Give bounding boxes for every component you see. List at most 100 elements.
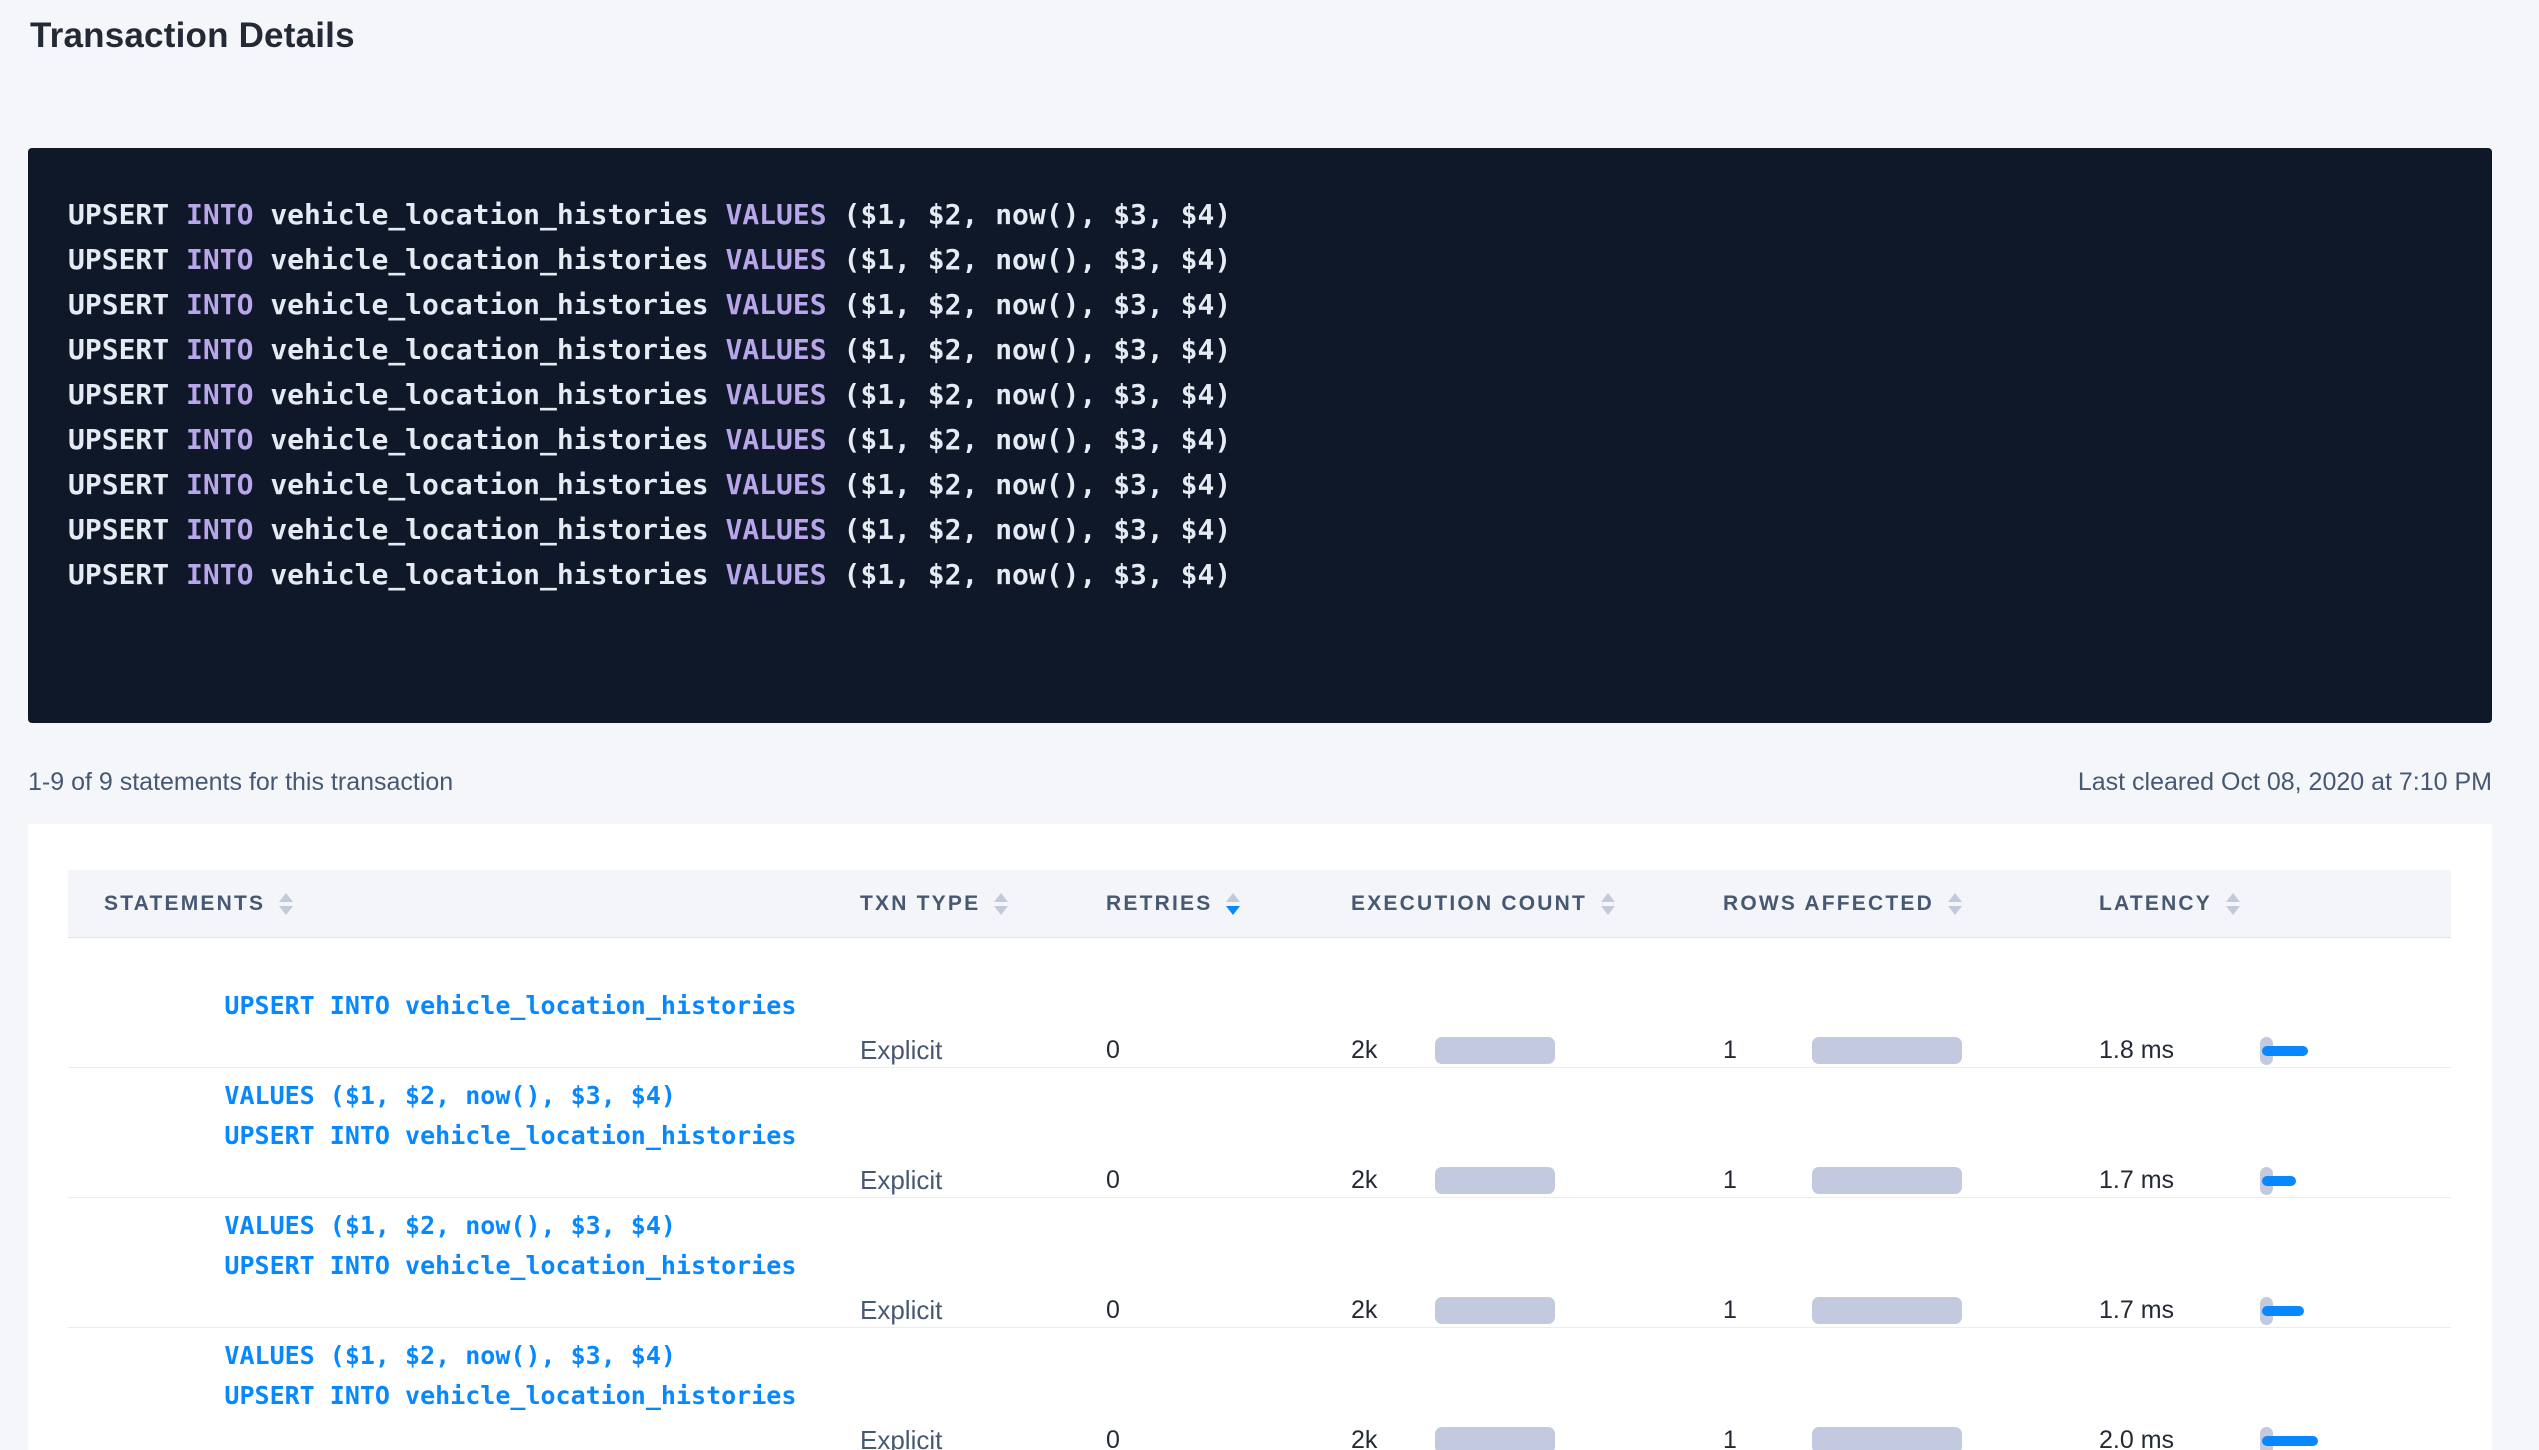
- rows-affected-bar: [1812, 1037, 1962, 1064]
- txn-type-value: Explicit: [860, 1295, 942, 1326]
- sql-text: vehicle_location_histories: [270, 198, 708, 231]
- sort-asc-icon: [1226, 893, 1240, 902]
- column-header-label: TXN TYPE: [860, 892, 980, 916]
- column-header-statements[interactable]: STATEMENTS: [68, 892, 824, 916]
- sql-keyword: INTO: [186, 288, 253, 321]
- retries-value: 0: [1106, 1166, 1120, 1195]
- latency-bar-chart: [2260, 1286, 2350, 1336]
- sql-statement-line: UPSERT INTO vehicle_location_histories V…: [68, 192, 2452, 237]
- sql-text: vehicle_location_histories: [270, 558, 708, 591]
- sql-keyword: INTO: [186, 243, 253, 276]
- rows-affected-bar: [1812, 1297, 1962, 1324]
- column-header-label: STATEMENTS: [104, 892, 265, 916]
- sql-statement-line: UPSERT INTO vehicle_location_histories V…: [68, 507, 2452, 552]
- sql-keyword: INTO: [186, 333, 253, 366]
- sql-keyword: VALUES: [725, 243, 826, 276]
- sql-text: ($1, $2, now(), $3, $4): [843, 423, 1231, 456]
- sql-text: ($1, $2, now(), $3, $4): [843, 288, 1231, 321]
- sql-text: ($1, $2, now(), $3, $4): [843, 333, 1231, 366]
- sql-statement-line: UPSERT INTO vehicle_location_histories V…: [68, 327, 2452, 372]
- sql-statement-line: UPSERT INTO vehicle_location_histories V…: [68, 552, 2452, 597]
- sql-keyword: VALUES: [725, 558, 826, 591]
- sort-asc-icon: [2226, 893, 2240, 902]
- retries-cell: 0: [1070, 1426, 1315, 1450]
- sql-text: ($1, $2, now(), $3, $4): [843, 558, 1231, 591]
- sql-keyword: INTO: [186, 558, 253, 591]
- sql-keyword: VALUES: [725, 198, 826, 231]
- sql-keyword: VALUES: [725, 468, 826, 501]
- execution-count-value: 2k: [1351, 1166, 1399, 1195]
- column-header-label: LATENCY: [2099, 892, 2212, 916]
- txn-type-value: Explicit: [860, 1035, 942, 1066]
- latency-bar-chart: [2260, 1026, 2350, 1076]
- rows-affected-value: 1: [1723, 1166, 1771, 1195]
- latency-cell: 1.8 ms: [2063, 1026, 2451, 1076]
- statement-cell: UPSERT INTO vehicle_location_histories V…: [68, 1328, 824, 1450]
- sql-keyword: VALUES: [725, 513, 826, 546]
- column-header-label: ROWS AFFECTED: [1723, 892, 1934, 916]
- sort-arrows-icon: [1226, 893, 1240, 915]
- txn-type-cell: Explicit: [824, 1295, 1070, 1326]
- transaction-sql-box: UPSERT INTO vehicle_location_histories V…: [28, 148, 2492, 723]
- page-title: Transaction Details: [30, 16, 355, 56]
- sql-keyword: INTO: [186, 378, 253, 411]
- execution-count-bar: [1435, 1037, 1555, 1064]
- sort-desc-icon: [994, 906, 1008, 915]
- sort-desc-icon: [1601, 906, 1615, 915]
- sql-text: UPSERT: [68, 513, 169, 546]
- rows-affected-cell: 1: [1687, 1296, 2063, 1325]
- column-header-execution-count[interactable]: EXECUTION COUNT: [1315, 892, 1687, 916]
- sql-text: vehicle_location_histories: [270, 468, 708, 501]
- column-header-txn-type[interactable]: TXN TYPE: [824, 892, 1070, 916]
- rows-affected-cell: 1: [1687, 1426, 2063, 1450]
- latency-bar: [2262, 1176, 2296, 1186]
- column-header-rows-affected[interactable]: ROWS AFFECTED: [1687, 892, 2063, 916]
- txn-type-value: Explicit: [860, 1425, 942, 1450]
- retries-value: 0: [1106, 1296, 1120, 1325]
- sql-text: ($1, $2, now(), $3, $4): [843, 468, 1231, 501]
- sql-text: ($1, $2, now(), $3, $4): [843, 243, 1231, 276]
- sql-text: vehicle_location_histories: [270, 288, 708, 321]
- latency-value: 1.7 ms: [2099, 1296, 2224, 1325]
- column-header-retries[interactable]: RETRIES: [1070, 892, 1315, 916]
- execution-count-bar: [1435, 1167, 1555, 1194]
- rows-affected-value: 1: [1723, 1426, 1771, 1450]
- rows-affected-bar: [1812, 1167, 1962, 1194]
- transaction-details-page: Transaction Details UPSERT INTO vehicle_…: [0, 0, 2539, 1450]
- statements-table-card: STATEMENTS TXN TYPE RETRIES EXECUTION COUNT…: [28, 824, 2492, 1450]
- latency-cell: 2.0 ms: [2063, 1416, 2451, 1450]
- sql-statement-line: UPSERT INTO vehicle_location_histories V…: [68, 282, 2452, 327]
- sql-statement-line: UPSERT INTO vehicle_location_histories V…: [68, 417, 2452, 462]
- statements-summary-bar: 1-9 of 9 statements for this transaction…: [28, 768, 2492, 797]
- rows-affected-cell: 1: [1687, 1036, 2063, 1065]
- sql-text: vehicle_location_histories: [270, 333, 708, 366]
- rows-affected-value: 1: [1723, 1296, 1771, 1325]
- sql-text: UPSERT: [68, 198, 169, 231]
- execution-count-bar: [1435, 1427, 1555, 1450]
- sort-asc-icon: [279, 893, 293, 902]
- sort-arrows-icon: [1948, 893, 1962, 915]
- sql-text: vehicle_location_histories: [270, 423, 708, 456]
- rows-affected-value: 1: [1723, 1036, 1771, 1065]
- retries-value: 0: [1106, 1426, 1120, 1450]
- sql-keyword: INTO: [186, 423, 253, 456]
- execution-count-cell: 2k: [1315, 1166, 1687, 1195]
- sql-keyword: INTO: [186, 468, 253, 501]
- rows-affected-bar: [1812, 1427, 1962, 1450]
- table-row: UPSERT INTO vehicle_location_histories V…: [68, 1068, 2451, 1198]
- column-header-label: EXECUTION COUNT: [1351, 892, 1587, 916]
- sort-arrows-icon: [2226, 893, 2240, 915]
- txn-type-cell: Explicit: [824, 1035, 1070, 1066]
- statements-table-header: STATEMENTS TXN TYPE RETRIES EXECUTION COUNT…: [68, 870, 2451, 938]
- latency-bar-chart: [2260, 1156, 2350, 1206]
- txn-type-cell: Explicit: [824, 1165, 1070, 1196]
- sql-text: vehicle_location_histories: [270, 243, 708, 276]
- sql-text: UPSERT: [68, 288, 169, 321]
- sort-desc-icon: [1948, 906, 1962, 915]
- rows-affected-cell: 1: [1687, 1166, 2063, 1195]
- statement-link[interactable]: UPSERT INTO vehicle_location_histories V…: [104, 1328, 796, 1450]
- latency-value: 2.0 ms: [2099, 1426, 2224, 1450]
- sql-text: UPSERT: [68, 333, 169, 366]
- latency-value: 1.7 ms: [2099, 1166, 2224, 1195]
- column-header-latency[interactable]: LATENCY: [2063, 892, 2451, 916]
